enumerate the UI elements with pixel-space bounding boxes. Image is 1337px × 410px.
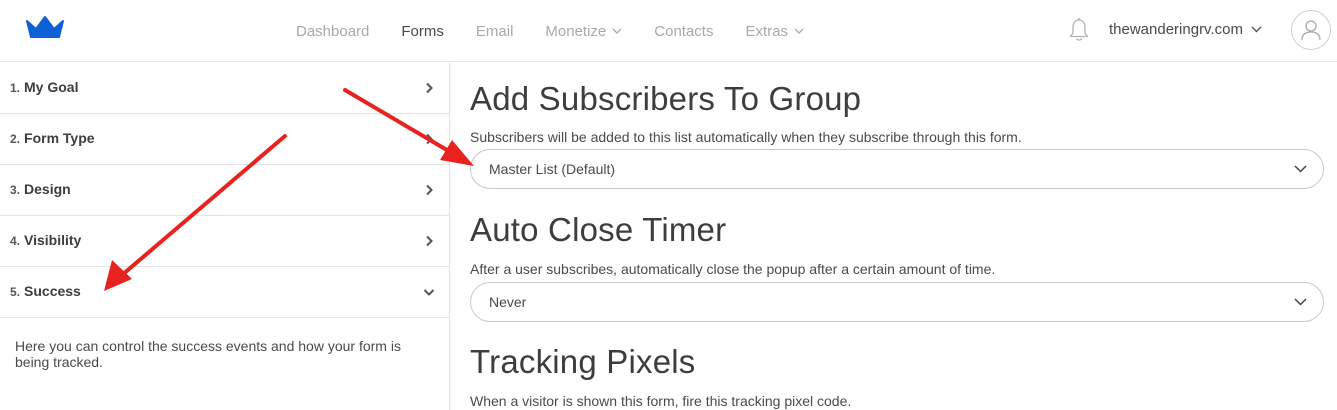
step-label: My Goal [24, 79, 79, 95]
nav-dashboard[interactable]: Dashboard [296, 23, 369, 40]
section-desc-add-subscribers: Subscribers will be added to this list a… [470, 129, 1022, 145]
subscriber-group-select[interactable]: Master List (Default) [470, 149, 1324, 189]
crown-icon[interactable] [25, 15, 65, 41]
step-title: 4. Visibility [10, 232, 81, 250]
chevron-down-icon [1251, 26, 1262, 33]
step-title: 1. My Goal [10, 79, 78, 97]
chevron-right-icon [426, 133, 433, 145]
step-visibility[interactable]: 4. Visibility [0, 216, 449, 267]
step-label: Design [24, 181, 71, 197]
nav-forms-label: Forms [401, 22, 444, 40]
step-success[interactable]: 5. Success [0, 267, 449, 318]
nav-monetize-label: Monetize [545, 22, 607, 40]
step-my-goal[interactable]: 1. My Goal [0, 63, 449, 114]
chevron-down-icon [1294, 165, 1307, 173]
section-desc-auto-close: After a user subscribes, automatically c… [470, 261, 996, 277]
steps-sidebar: 1. My Goal 2. Form Type 3. Design 4. Visibil… [0, 63, 450, 410]
step-form-type[interactable]: 2. Form Type [0, 114, 449, 165]
step-number: 1. [10, 81, 21, 95]
step-label: Success [24, 283, 81, 299]
step-title: 3. Design [10, 181, 71, 199]
step-number: 5. [10, 285, 21, 299]
top-navbar: Dashboard Forms Email Monetize Contacts … [0, 0, 1337, 62]
section-title-add-subscribers: Add Subscribers To Group [470, 80, 862, 117]
step-design[interactable]: 3. Design [0, 165, 449, 216]
chevron-right-icon [426, 235, 433, 247]
chevron-down-icon [1294, 298, 1307, 306]
auto-close-timer-select[interactable]: Never [470, 282, 1324, 322]
nav-extras-label: Extras [745, 22, 788, 40]
account-menu[interactable]: thewanderingrv.com [1109, 21, 1262, 38]
select-value: Never [489, 294, 527, 310]
select-value: Master List (Default) [489, 161, 616, 177]
account-label: thewanderingrv.com [1109, 21, 1243, 38]
chevron-down-icon [794, 28, 804, 34]
nav-dashboard-label: Dashboard [296, 22, 370, 40]
bell-icon[interactable] [1068, 17, 1090, 43]
chevron-down-icon [423, 289, 435, 296]
step-title: 2. Form Type [10, 130, 95, 148]
nav-forms[interactable]: Forms [401, 23, 444, 40]
step-title: 5. Success [10, 283, 81, 301]
user-icon [1301, 20, 1321, 41]
nav-email-label: Email [475, 22, 514, 40]
step-number: 2. [10, 132, 21, 146]
chevron-right-icon [426, 184, 433, 196]
chevron-down-icon [612, 28, 622, 34]
nav-email[interactable]: Email [476, 23, 514, 40]
step-number: 3. [10, 183, 21, 197]
nav-contacts[interactable]: Contacts [654, 23, 713, 40]
nav-contacts-label: Contacts [654, 22, 714, 40]
step-label: Visibility [24, 232, 82, 248]
nav-monetize[interactable]: Monetize [545, 23, 622, 40]
main-nav: Dashboard Forms Email Monetize Contacts … [296, 0, 836, 62]
section-title-tracking-pixels: Tracking Pixels [470, 343, 696, 380]
step-number: 4. [10, 234, 21, 248]
avatar[interactable] [1291, 10, 1331, 50]
section-desc-tracking-pixels: When a visitor is shown this form, fire … [470, 393, 852, 409]
nav-extras[interactable]: Extras [745, 23, 804, 40]
chevron-right-icon [426, 82, 433, 94]
step-label: Form Type [24, 130, 95, 146]
success-step-description: Here you can control the success events … [15, 338, 401, 370]
section-title-auto-close: Auto Close Timer [470, 211, 727, 248]
